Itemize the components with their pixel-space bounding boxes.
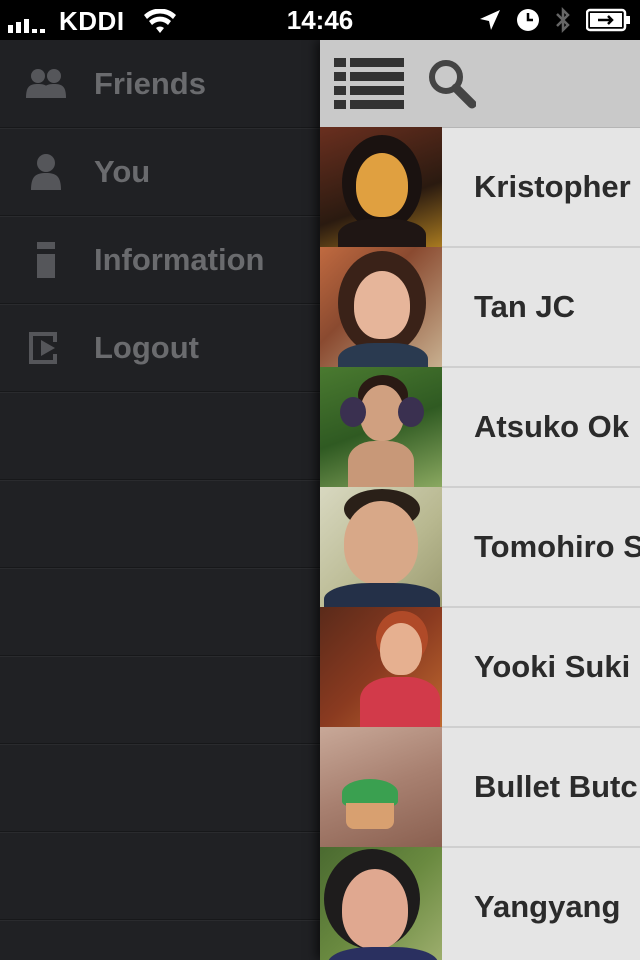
empty-menu-row	[0, 832, 320, 920]
empty-menu-row	[0, 568, 320, 656]
info-icon	[26, 240, 66, 280]
avatar	[320, 127, 442, 247]
friend-name: Tomohiro S	[474, 529, 640, 564]
friend-list-item[interactable]: Tan JC	[320, 247, 640, 368]
friends-icon	[26, 64, 66, 104]
friend-list-item[interactable]: Tomohiro S	[320, 487, 640, 608]
location-arrow-icon	[480, 10, 500, 30]
menu-toggle-button[interactable]	[334, 54, 404, 114]
friend-name: Bullet Butc	[474, 769, 638, 804]
toolbar	[320, 40, 640, 128]
status-bar: KDDI 14:46	[0, 0, 640, 40]
friends-panel: Kristopher Tan JC Atsuko Ok Tomohiro S Y…	[320, 40, 640, 960]
search-icon	[429, 59, 476, 108]
friend-name: Atsuko Ok	[474, 409, 630, 444]
avatar	[320, 487, 442, 607]
battery-icon	[586, 8, 630, 32]
list-icon	[334, 57, 404, 109]
friend-name: Yangyang	[474, 889, 621, 924]
bluetooth-icon	[556, 6, 570, 34]
sidebar-menu: Friends You Information Logout	[0, 40, 320, 960]
avatar	[320, 247, 442, 367]
sidebar-item-friends[interactable]: Friends	[0, 40, 320, 128]
friend-list-item[interactable]: Yangyang	[320, 847, 640, 960]
alarm-clock-icon	[517, 9, 539, 31]
empty-menu-row	[0, 744, 320, 832]
friend-list-item[interactable]: Kristopher	[320, 127, 640, 248]
sidebar-item-label: Information	[94, 241, 265, 277]
sidebar-item-label: Friends	[94, 65, 206, 101]
user-icon	[26, 152, 66, 192]
sidebar-item-label: Logout	[94, 329, 200, 365]
sidebar-item-you[interactable]: You	[0, 128, 320, 216]
friend-name: Yooki Suki	[474, 649, 631, 684]
sidebar-item-logout[interactable]: Logout	[0, 304, 320, 392]
empty-menu-row	[0, 480, 320, 568]
friend-list-item[interactable]: Atsuko Ok	[320, 367, 640, 488]
empty-menu-row	[0, 392, 320, 480]
logout-icon	[26, 328, 66, 368]
avatar	[320, 367, 442, 487]
status-right	[478, 6, 632, 34]
avatar	[320, 607, 442, 727]
avatar	[320, 727, 442, 847]
sidebar-item-information[interactable]: Information	[0, 216, 320, 304]
avatar	[320, 847, 442, 960]
friend-list-item[interactable]: Bullet Butc	[320, 727, 640, 848]
friend-list-item[interactable]: Yooki Suki	[320, 607, 640, 728]
empty-menu-row	[0, 656, 320, 744]
friend-name: Kristopher	[474, 169, 631, 204]
sidebar-item-label: You	[94, 153, 151, 189]
friend-name: Tan JC	[474, 289, 576, 324]
search-button[interactable]	[424, 54, 480, 114]
